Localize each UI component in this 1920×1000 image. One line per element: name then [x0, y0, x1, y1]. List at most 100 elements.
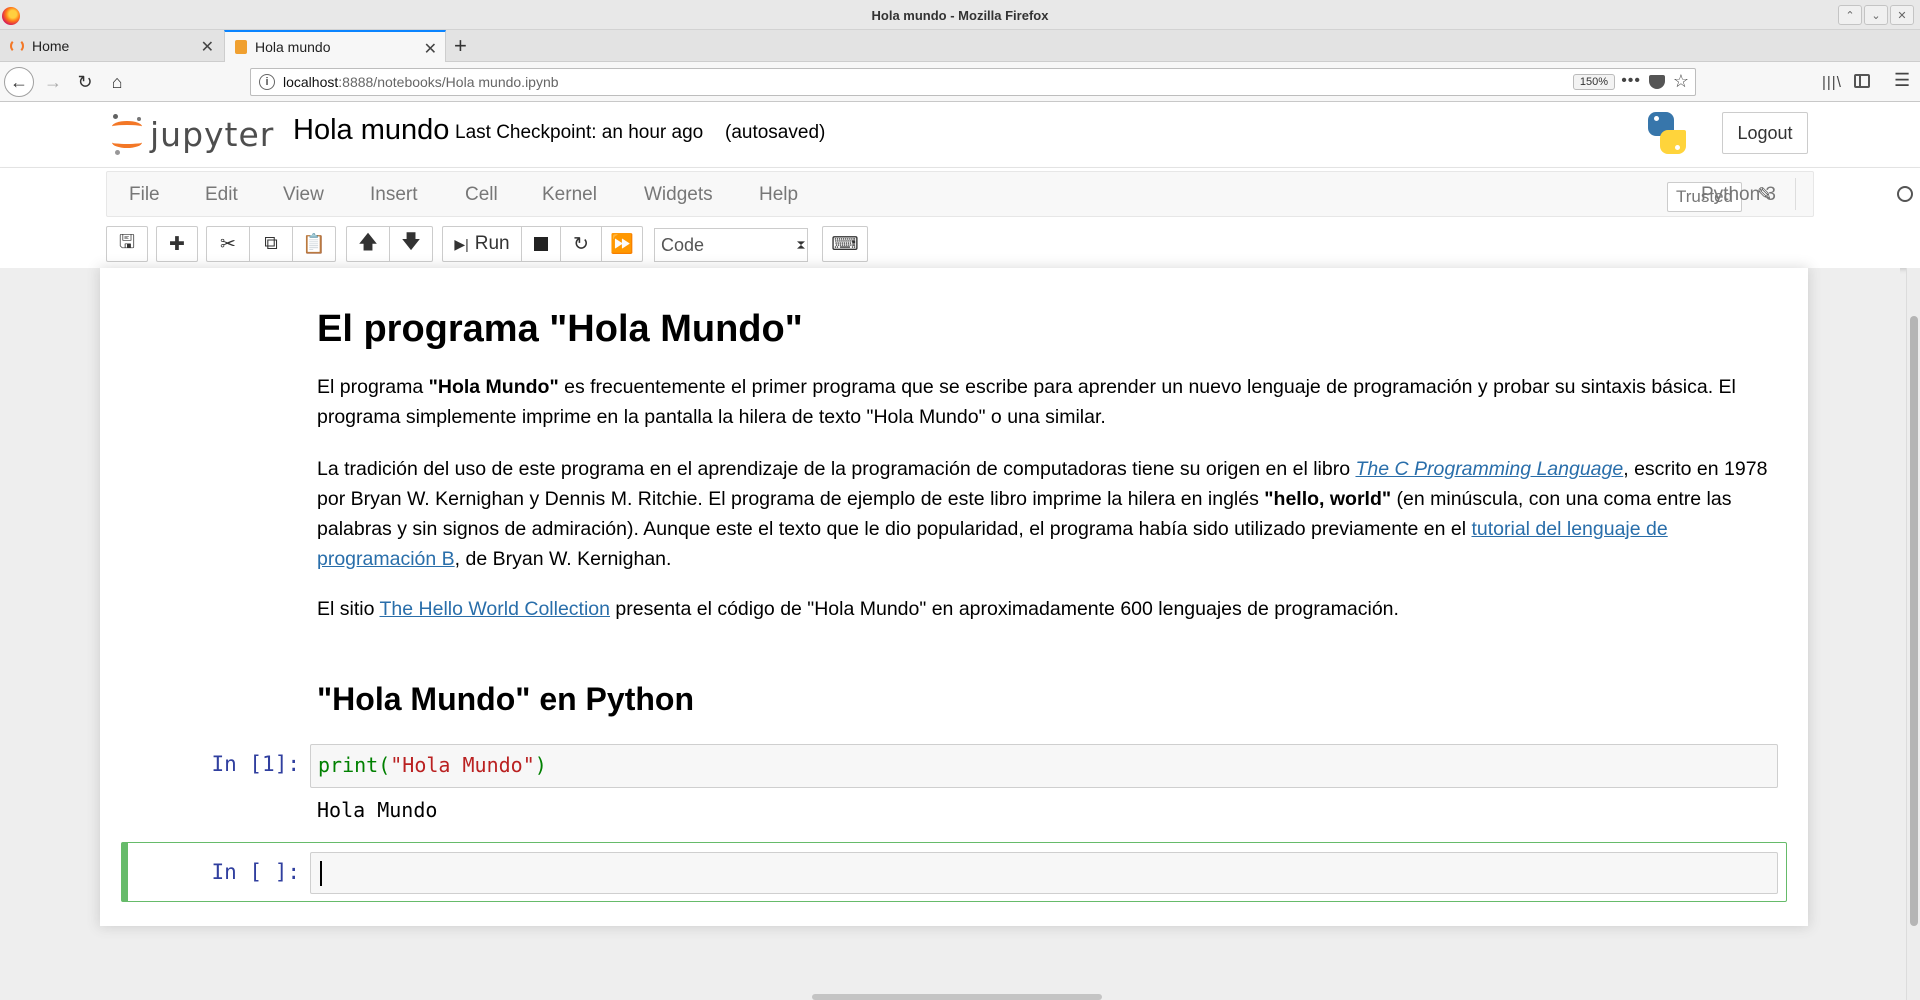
window-title: Hola mundo - Mozilla Firefox — [871, 8, 1049, 23]
notebook-tab-icon — [235, 40, 247, 54]
code-cell-input-empty[interactable] — [310, 852, 1778, 894]
text-run: presenta el código de "Hola Mundo" en ap… — [610, 598, 1399, 620]
menu-view[interactable]: View — [283, 184, 324, 206]
menubar-container: File Edit View Insert Cell Kernel Widget… — [0, 168, 1920, 268]
jupyter-logo-text: jupyter — [150, 114, 275, 154]
close-window-icon[interactable]: ✕ — [1890, 5, 1914, 25]
cut-button[interactable]: ✂ — [206, 226, 250, 262]
navigation-bar: ← → ↻ ⌂ i localhost :8888/notebooks/Hola… — [0, 62, 1920, 102]
copy-icon: ⧉ — [264, 233, 278, 254]
cell-output: Hola Mundo — [317, 798, 438, 822]
tab-hola-mundo[interactable]: Hola mundo ✕ — [224, 30, 446, 62]
cell-type-select[interactable]: Code — [654, 228, 808, 262]
save-button[interactable]: 🖫 — [106, 226, 148, 262]
code-string: "Hola Mundo" — [390, 753, 535, 777]
bookmark-star-icon[interactable]: ☆ — [1673, 71, 1689, 92]
menubar: File Edit View Insert Cell Kernel Widget… — [106, 171, 1913, 217]
url-host: localhost — [283, 74, 339, 90]
library-icon[interactable]: |||\ — [1822, 74, 1842, 91]
menu-file[interactable]: File — [129, 184, 160, 206]
run-label: Run — [474, 233, 510, 254]
input-prompt: In [ ]: — [211, 860, 300, 884]
window-controls: ⌃ ⌄ ✕ — [1838, 5, 1914, 25]
text-run: El sitio — [317, 598, 380, 620]
link-hello-world-collection[interactable]: The Hello World Collection — [380, 598, 611, 620]
move-up-button[interactable]: 🡅 — [346, 226, 390, 262]
input-prompt: In [1]: — [211, 752, 300, 776]
interrupt-button[interactable] — [521, 226, 561, 262]
notebook-name[interactable]: Hola mundo — [293, 114, 449, 147]
cell-type-value: Code — [661, 235, 705, 255]
markdown-paragraph-1: El programa "Hola Mundo" es frecuentemen… — [317, 372, 1769, 432]
markdown-paragraph-3: El sitio The Hello World Collection pres… — [317, 594, 1769, 624]
pocket-icon[interactable] — [1649, 75, 1665, 89]
home-icon[interactable]: ⌂ — [102, 67, 132, 97]
arrow-down-icon: 🡇 — [401, 232, 421, 253]
url-path: :8888/notebooks/Hola mundo.ipynb — [338, 74, 559, 90]
kernel-name[interactable]: Python 3 — [1701, 184, 1776, 206]
url-bar[interactable]: i localhost :8888/notebooks/Hola mundo.i… — [250, 68, 1696, 96]
menu-help[interactable]: Help — [759, 184, 798, 206]
bold-text: "Hola Mundo" — [428, 376, 559, 398]
markdown-paragraph-2: La tradición del uso de este programa en… — [317, 454, 1769, 574]
select-arrows-icon — [797, 241, 805, 249]
jupyter-logo[interactable]: jupyter — [110, 112, 274, 156]
new-tab-icon[interactable]: + — [454, 33, 467, 59]
forward-icon[interactable]: → — [38, 67, 68, 97]
kernel-idle-circle-icon — [1897, 186, 1913, 202]
close-tab-icon[interactable]: ✕ — [201, 37, 214, 57]
bold-text: "hello, world" — [1264, 488, 1392, 510]
paste-button[interactable]: 📋 — [292, 226, 336, 262]
tab-label: Home — [32, 38, 70, 54]
zoom-level-badge[interactable]: 150% — [1572, 74, 1615, 90]
restart-kernel-button[interactable]: ↻ — [560, 226, 602, 262]
hamburger-menu-icon[interactable]: ☰ — [1894, 70, 1910, 91]
back-icon[interactable]: ← — [4, 67, 34, 97]
python-logo-icon — [1646, 112, 1688, 154]
move-down-button[interactable]: 🡇 — [389, 226, 433, 262]
tab-label: Hola mundo — [255, 39, 331, 55]
menu-cell[interactable]: Cell — [465, 184, 498, 206]
restart-run-all-button[interactable]: ⏩ — [601, 226, 643, 262]
scissors-icon: ✂ — [220, 233, 236, 255]
arrow-up-icon: 🡅 — [358, 232, 378, 253]
close-tab-icon[interactable]: ✕ — [424, 39, 437, 59]
site-info-icon[interactable]: i — [259, 74, 275, 90]
markdown-heading-1: El programa "Hola Mundo" — [317, 308, 803, 350]
horizontal-scroll-indicator[interactable] — [812, 994, 1102, 1000]
text-cursor — [320, 861, 322, 886]
kernel-divider — [1795, 178, 1796, 210]
save-icon: 🖫 — [118, 232, 136, 253]
code-cell-input[interactable]: print("Hola Mundo") — [310, 744, 1778, 788]
text-run: La tradición del uso de este programa en… — [317, 458, 1356, 480]
keyboard-icon: ⌨ — [831, 233, 859, 255]
sidebar-icon[interactable] — [1854, 74, 1870, 88]
menu-kernel[interactable]: Kernel — [542, 184, 597, 206]
copy-button[interactable]: ⧉ — [249, 226, 293, 262]
menu-insert[interactable]: Insert — [370, 184, 418, 206]
menu-widgets[interactable]: Widgets — [644, 184, 713, 206]
code-paren: ) — [534, 753, 547, 777]
jupyter-header: jupyter — [0, 102, 1920, 168]
tab-home[interactable]: Home ✕ — [0, 30, 222, 62]
logout-button[interactable]: Logout — [1722, 112, 1808, 154]
more-actions-icon[interactable]: ••• — [1621, 72, 1641, 90]
insert-cell-button[interactable]: ✚ — [156, 226, 198, 262]
vertical-scrollbar[interactable] — [1906, 268, 1920, 1000]
text-run: El programa — [317, 376, 429, 398]
fast-forward-icon: ⏩ — [610, 234, 634, 255]
text-run: , de Bryan W. Kernighan. — [454, 548, 672, 570]
plus-icon: ✚ — [169, 233, 185, 255]
window-titlebar: Hola mundo - Mozilla Firefox ⌃ ⌄ ✕ — [0, 0, 1920, 30]
command-palette-button[interactable]: ⌨ — [822, 226, 868, 262]
minimize-icon[interactable]: ⌃ — [1838, 5, 1862, 25]
maximize-icon[interactable]: ⌄ — [1864, 5, 1888, 25]
autosave-status: (autosaved) — [725, 122, 826, 143]
reload-icon[interactable]: ↻ — [70, 67, 100, 97]
run-button[interactable]: ▶| Run — [442, 226, 522, 262]
link-c-programming-language[interactable]: The C Programming Language — [1355, 458, 1623, 480]
menu-edit[interactable]: Edit — [205, 184, 238, 206]
jupyter-orbit-icon — [110, 112, 144, 156]
scrollbar-thumb[interactable] — [1910, 316, 1918, 926]
stop-icon — [534, 237, 548, 251]
